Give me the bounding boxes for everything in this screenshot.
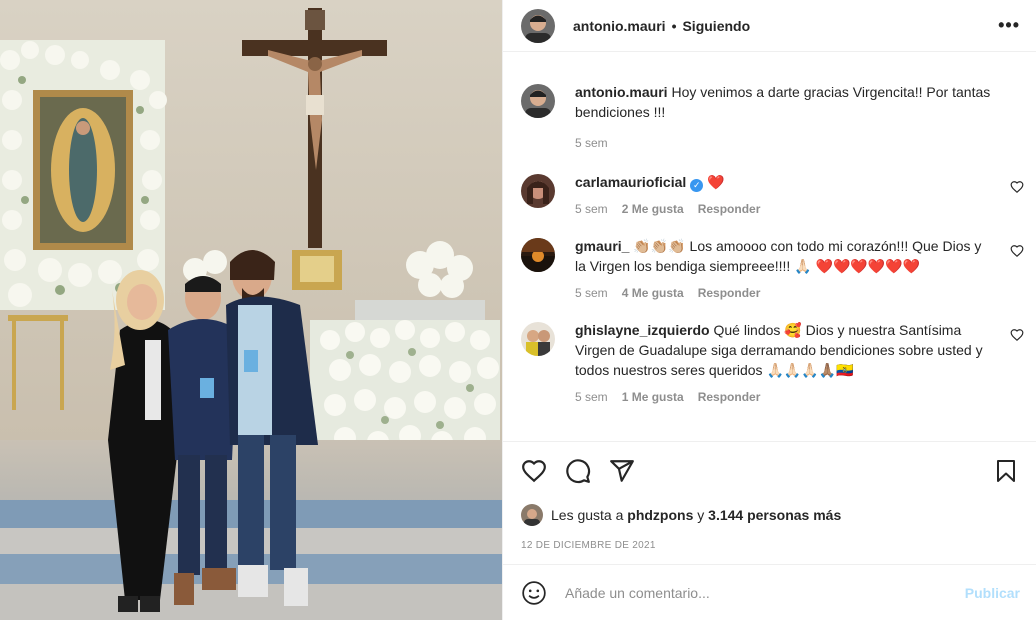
more-options-icon[interactable]: ••• bbox=[998, 15, 1020, 36]
likes-conj: y bbox=[697, 507, 705, 523]
like-heart-icon[interactable] bbox=[521, 458, 547, 484]
comment-time[interactable]: 5 sem bbox=[575, 286, 608, 300]
likes-others[interactable]: 3.144 personas más bbox=[708, 507, 841, 523]
caption-username[interactable]: antonio.mauri bbox=[575, 84, 668, 100]
separator-dot: • bbox=[671, 17, 677, 34]
commenter-avatar[interactable] bbox=[521, 174, 555, 208]
likes-summary: Les gusta a phdzpons y 3.144 personas má… bbox=[503, 504, 1036, 526]
comment-input[interactable] bbox=[565, 584, 965, 601]
post-date[interactable]: 12 DE DICIEMBRE DE 2021 bbox=[503, 540, 1036, 551]
liker-username[interactable]: phdzpons bbox=[627, 507, 693, 523]
instagram-post-modal: antonio.mauri • Siguiendo ••• antonio.ma… bbox=[0, 0, 1036, 620]
verified-icon: ✓ bbox=[690, 179, 704, 192]
emoji-icon[interactable] bbox=[521, 580, 547, 606]
comment-item: ghislayne_izquierdo Qué lindos 🥰 Dios y … bbox=[503, 320, 1036, 404]
comment-like-icon[interactable] bbox=[1010, 244, 1024, 258]
comment-likes[interactable]: 1 Me gusta bbox=[622, 390, 684, 404]
comments-list[interactable]: antonio.mauri Hoy venimos a darte gracia… bbox=[503, 52, 1036, 441]
author-username[interactable]: antonio.mauri bbox=[573, 18, 666, 34]
post-sidebar: antonio.mauri • Siguiendo ••• antonio.ma… bbox=[502, 0, 1036, 620]
publish-button[interactable]: Publicar bbox=[965, 585, 1020, 601]
reply-button[interactable]: Responder bbox=[698, 286, 761, 300]
comment-username[interactable]: gmauri_ bbox=[575, 238, 629, 254]
church-photo-illustration bbox=[0, 0, 502, 620]
likes-prefix: Les gusta a bbox=[551, 507, 624, 523]
post-photo[interactable] bbox=[0, 0, 502, 620]
commenter-avatar[interactable] bbox=[521, 238, 555, 272]
comment-likes[interactable]: 2 Me gusta bbox=[622, 202, 684, 216]
comment-text: ❤️ bbox=[707, 174, 725, 190]
comment-time[interactable]: 5 sem bbox=[575, 202, 608, 216]
comment-like-icon[interactable] bbox=[1010, 328, 1024, 342]
reply-button[interactable]: Responder bbox=[698, 202, 761, 216]
liker-avatar[interactable] bbox=[521, 504, 543, 526]
comment-composer: Publicar bbox=[503, 564, 1036, 620]
comment-likes[interactable]: 4 Me gusta bbox=[622, 286, 684, 300]
action-bar bbox=[503, 442, 1036, 484]
comment-text: 👏🏼👏🏼👏🏼 Los amoooo con todo mi corazón!!!… bbox=[575, 238, 982, 274]
caption-avatar[interactable] bbox=[521, 84, 555, 118]
post-header: antonio.mauri • Siguiendo ••• bbox=[503, 0, 1036, 52]
comment-item: gmauri_ 👏🏼👏🏼👏🏼 Los amoooo con todo mi co… bbox=[503, 236, 1036, 300]
author-avatar[interactable] bbox=[521, 8, 555, 43]
comment-like-icon[interactable] bbox=[1010, 180, 1024, 194]
reply-button[interactable]: Responder bbox=[698, 390, 761, 404]
comment-icon[interactable] bbox=[565, 458, 591, 484]
comment-item: carlamaurioficial ✓ ❤️ 5 sem 2 Me gusta Res… bbox=[503, 172, 1036, 216]
caption-time[interactable]: 5 sem bbox=[575, 136, 608, 150]
comment-username[interactable]: carlamaurioficial bbox=[575, 174, 686, 190]
commenter-avatar[interactable] bbox=[521, 322, 555, 356]
follow-status-button[interactable]: Siguiendo bbox=[682, 18, 750, 34]
bookmark-icon[interactable] bbox=[994, 459, 1018, 483]
share-icon[interactable] bbox=[609, 458, 635, 484]
post-actions: Les gusta a phdzpons y 3.144 personas má… bbox=[503, 441, 1036, 564]
comment-username[interactable]: ghislayne_izquierdo bbox=[575, 322, 710, 338]
comment-time[interactable]: 5 sem bbox=[575, 390, 608, 404]
caption-item: antonio.mauri Hoy venimos a darte gracia… bbox=[503, 82, 1036, 150]
